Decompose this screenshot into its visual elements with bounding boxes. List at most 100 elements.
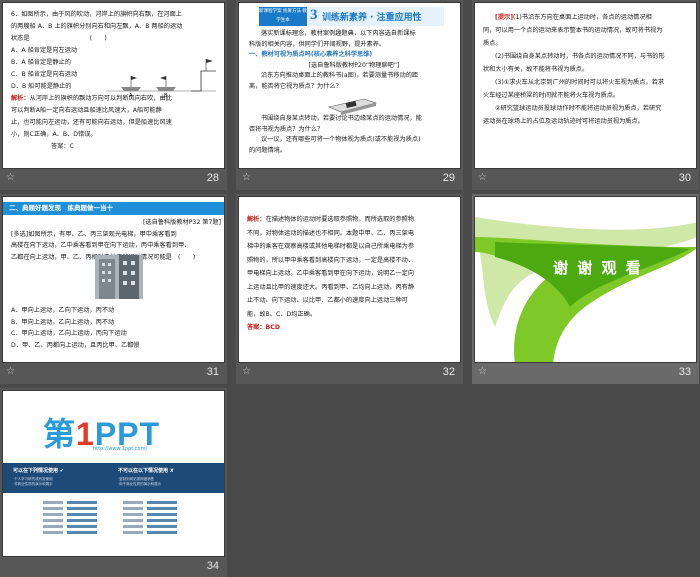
boats-illustration: A B [106,59,216,99]
analysis-text: 小，则C正确，A、B、D错误。 [11,131,97,138]
text-line: 议一议，还有哪些可将一个物体视为质点(或不能视为质点) [261,136,421,143]
slide-thumb-30[interactable]: [提示](1)书沿东方向在桌面上运动时，各点的运动情况相 同，可以用一个点的运动… [472,0,699,190]
analysis-label: 解析： [247,216,266,223]
not-allowed-title: 不可以在以下情况使用 ✘ [118,468,174,474]
slide-thumb-32[interactable]: 解析：在描述物体的运动时要选取参照物，而所选取的参照物 不同，对物体运动的描述也… [236,194,463,384]
analysis-text: 止，也可能向左运动，还有可能向右运动，但是船速比风速 [11,119,172,126]
text-line: 否将书视为质点？为什么？ [249,125,324,133]
text-line: 上运动且比甲的速度还大。丙看到甲、乙均向上运动，丙有静 [247,283,415,291]
slide-preview: 6．如图所示，由于风的吹动，河岸上的旗帜向右飘，在河面上 的两艘船 A、B 上的… [2,2,225,169]
option-a: A．甲向上运动，乙向下运动，丙不动 [11,307,115,314]
slide-footer: ☆ 33 [472,363,699,384]
text-line: 的问题情境。 [249,146,287,154]
slide-number: 30 [678,172,691,184]
slide-footer: ☆ 29 [236,169,463,190]
thank-you-title: 谢 谢 观 看 [553,259,643,277]
analysis-label: 解析： [11,95,30,102]
answer-paren: ( ) [89,35,107,42]
section-bar-title: 二、典题好题发现 练典题做一当十 [9,204,113,212]
not-allowed-item: ·用于商业性质的演示和展示 [118,482,162,486]
star-icon: ☆ [478,172,487,183]
slide-number: 31 [206,366,219,378]
slide-preview: 二、典题好题发现 练典题做一当十 [选自鲁科版教材P32 第7题] [多选]如图… [2,196,225,363]
section-banner: 新课程学案 统筹方法 教学生本 3 训练新素养 · 注重应用性 [259,7,444,26]
slide-preview: 解析：在描述物体的运动时要选取参照物，而所选取的参照物 不同，对物体运动的描述也… [238,196,461,363]
answer-text: 答案：C [51,143,74,150]
text-line: (1)书沿东方向在桌面上运动时，各点的运动情况相 [513,14,652,21]
text-line: 沿东方向推动桌面上的教科书(a图)，若要测量书移动的距 [261,72,419,79]
slide-thumb-29[interactable]: 新课程学案 统筹方法 教学生本 3 训练新素养 · 注重应用性 落实新课标理念，… [236,0,463,190]
slide-footer: ☆ 28 [0,169,227,190]
slide-footer: ☆ 32 [236,363,463,384]
slide-number: 34 [206,560,219,572]
text-line: 同，可以用一个点的运动来表示整本书的运动情况，故可将书视为 [483,27,663,34]
slide-thumb-31[interactable]: 二、典题好题发现 练典题做一当十 [选自鲁科版教材P32 第7题] [多选]如图… [0,194,227,384]
link-list-graphic [43,501,177,534]
text-line: 照物的，所以甲中乘客看到高楼向下运动，一定是高楼不动、 [247,256,415,264]
green-swoosh-graphic [475,217,696,362]
source-ref: [选自鲁科版教材P32 第7题] [142,219,221,226]
section-heading: 训练新素养 · 注重应用性 [322,13,422,23]
star-icon: ☆ [6,366,15,377]
option-b: B．甲向上运动，乙向上运动，丙不动 [11,318,115,326]
answer-text: 答案：BCD [247,324,280,331]
option-c: C．甲向上运动，乙向上运动，丙向下运动 [11,330,127,337]
logo-part: 第 [43,416,77,452]
star-icon: ☆ [478,366,487,377]
usage-band: 可以在下列情况使用 ✔ 不可以在以下情况使用 ✘ ·个人学习研究或欣赏使用 ·非… [3,463,224,493]
slide-footer: 34 [0,557,227,577]
text-line: (3)①求火车从北京到广州的时间时可以将火车视为质点，若求 [495,79,664,86]
text-line: 落实新课标理念，教材案例趣题典，以下内容选自新课标 [261,30,416,37]
text-line: ②研究篮球运动员投球动作时不能将运动员视为质点，若研究 [495,105,662,112]
star-icon: ☆ [6,172,15,183]
text-line: 在描述物体的运动时要选取参照物，而所选取的参照物 [265,216,415,223]
text-line: 质点。 [483,40,502,47]
svg-text:A: A [129,93,133,99]
text-line: 止不动、向下运动、以比甲、乙都小的速度向上运动三种可 [247,297,408,304]
slide-number: 32 [442,366,455,378]
text-line: 状态是 [11,35,30,42]
book-illustration [328,98,378,115]
allowed-title: 可以在下列情况使用 ✔ [13,468,64,474]
slide-number: 29 [442,172,455,184]
text-line: 火车经过某座桥梁的时间就不能将火车视为质点。 [483,92,620,99]
slide-thumb-34[interactable]: 第1PPT http://www.1ppt.com/ 可以在下列情况使用 ✔ 不… [0,388,227,577]
slide-footer: ☆ 31 [0,363,227,384]
option-d: D．甲、乙、丙都向上运动，且丙比甲、乙都慢 [11,341,140,349]
slide-preview: 谢 谢 观 看 [474,196,697,363]
text-line: 甲电梯向上运动。乙中乘客看到甲在向下运动，说明乙一定向 [247,270,415,277]
text-line: 高楼在向下运动，乙中乘客看到甲在向下运动，丙中乘客看到甲、 [11,242,191,249]
text-line: 的两艘船 A、B 上的旗帜分别向右和向左飘，A、B 两船的运动 [11,23,183,30]
section-number: 3 [310,7,318,23]
text-line: 状和大小有关，故不能将书视为质点。 [483,66,589,73]
slide-preview: 新课程学案 统筹方法 教学生本 3 训练新素养 · 注重应用性 落实新课标理念，… [238,2,461,169]
slide-thumb-28[interactable]: 6．如图所示，由于风的吹动，河岸上的旗帜向右飘，在河面上 的两艘船 A、B 上的… [0,0,227,190]
slide-thumb-33[interactable]: 谢 谢 观 看 ☆ 33 [472,194,699,384]
slide-number: 33 [678,366,691,378]
text-line: 能，故B、C、D均正确。 [247,310,317,318]
text-line: 科版的相关内容，供同学们开阔视野，提升素养。 [249,40,386,48]
star-icon: ☆ [242,172,251,183]
slide-preview: 第1PPT http://www.1ppt.com/ 可以在下列情况使用 ✔ 不… [2,390,225,557]
svg-text:B: B [164,93,168,99]
analysis-text: 可以判断A船一定向右运动且船速比风速大，A船可能静 [11,107,162,114]
site-url: http://www.1ppt.com/ [93,446,148,452]
star-icon: ☆ [242,366,251,377]
text-line: 6．如图所示，由于风的吹动，河岸上的旗帜向右飘，在河面上 [11,11,182,18]
text-line: 梯中的乘客在观察高楼或其他电梯时都是以自己所乘电梯为参 [247,243,415,250]
slide-preview: [提示](1)书沿东方向在桌面上运动时，各点的运动情况相 同，可以用一个点的运动… [474,2,697,169]
logo-part: 1 [76,416,95,452]
source-ref: [选自鲁科版教材P20“物理聊吧”] [308,61,400,69]
slide-footer: ☆ 30 [472,169,699,190]
building-photo [95,255,143,299]
subheading: 一、教材可视为质点吗(核心素养之科学思维) [249,51,373,58]
slide-number: 28 [206,172,219,184]
allowed-item: ·非商业性质的演示和展示 [13,482,53,486]
text-line: 离，能否将它视为质点？为什么？ [249,82,342,90]
text-line: 不同，对物体运动的描述也不相同。本题中甲、乙、丙三架电 [247,229,415,237]
text-line: [多选]如图所示，有甲、乙、丙三架观光电梯，甲中乘客看到 [11,230,177,238]
hint-label: [提示] [495,14,514,21]
section-bar: 二、典题好题发现 练典题做一当十 [3,202,224,215]
text-line: (2)书围绕自身某点转动时，书各点的运动情况不同，与书的形 [495,53,665,60]
banner-tag: 新课程学案 统筹方法 教学生本 [259,7,307,26]
